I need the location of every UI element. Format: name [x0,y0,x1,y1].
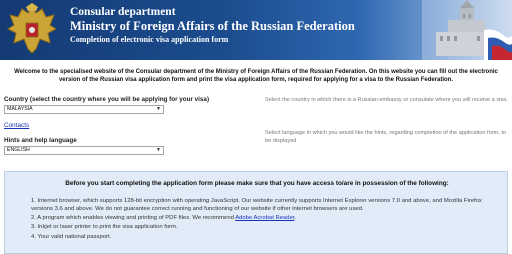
requirements-list: 1. Internet browser, which supports 128-… [31,197,501,242]
ministry-building-image-icon [422,0,512,60]
header-ministry: Ministry of Foreign Affairs of the Russi… [70,19,355,34]
requirement-item: 2. A program which enables viewing and p… [31,214,501,222]
requirement-item: 3. Inkjet or laser printer to print the … [31,224,178,231]
header-subtitle: Completion of electronic visa applicatio… [70,34,229,44]
requirement-item: 1. Internet browser, which supports 128-… [31,198,482,213]
adobe-reader-link[interactable]: Adobe Acrobat Reader [235,215,294,221]
language-select-value: ENGLISH [7,147,30,153]
chevron-down-icon: ▼ [156,147,161,153]
header-title-block: Consular department Ministry of Foreign … [70,6,355,44]
language-select[interactable]: ENGLISH ▼ [4,146,164,155]
chevron-down-icon: ▼ [156,106,161,112]
language-help-text: Select language in which you would like … [265,130,506,144]
country-select[interactable]: MALAYSIA ▼ [4,105,164,114]
requirements-title: Before you start completing the applicat… [65,180,449,187]
selection-form: Country (select the country where you wi… [4,96,254,155]
contacts-link[interactable]: Contacts [4,122,29,129]
header-department: Consular department [70,6,176,18]
requirement-item-suffix: . [294,215,297,222]
requirements-panel: Before you start completing the applicat… [4,171,508,254]
country-select-value: MALAYSIA [7,106,33,112]
language-label: Hints and help language [4,137,77,144]
double-headed-eagle-emblem-icon [7,3,57,54]
requirement-item-text: 2. A program which enables viewing and p… [31,215,236,222]
country-help-text: Select the country in which there is a R… [265,97,508,103]
site-header: Consular department Ministry of Foreign … [0,0,512,60]
country-label: Country (select the country where you wi… [4,96,210,103]
requirement-item: 4. Your valid national passport. [31,233,112,240]
welcome-text: Welcome to the specialised website of th… [14,69,498,84]
